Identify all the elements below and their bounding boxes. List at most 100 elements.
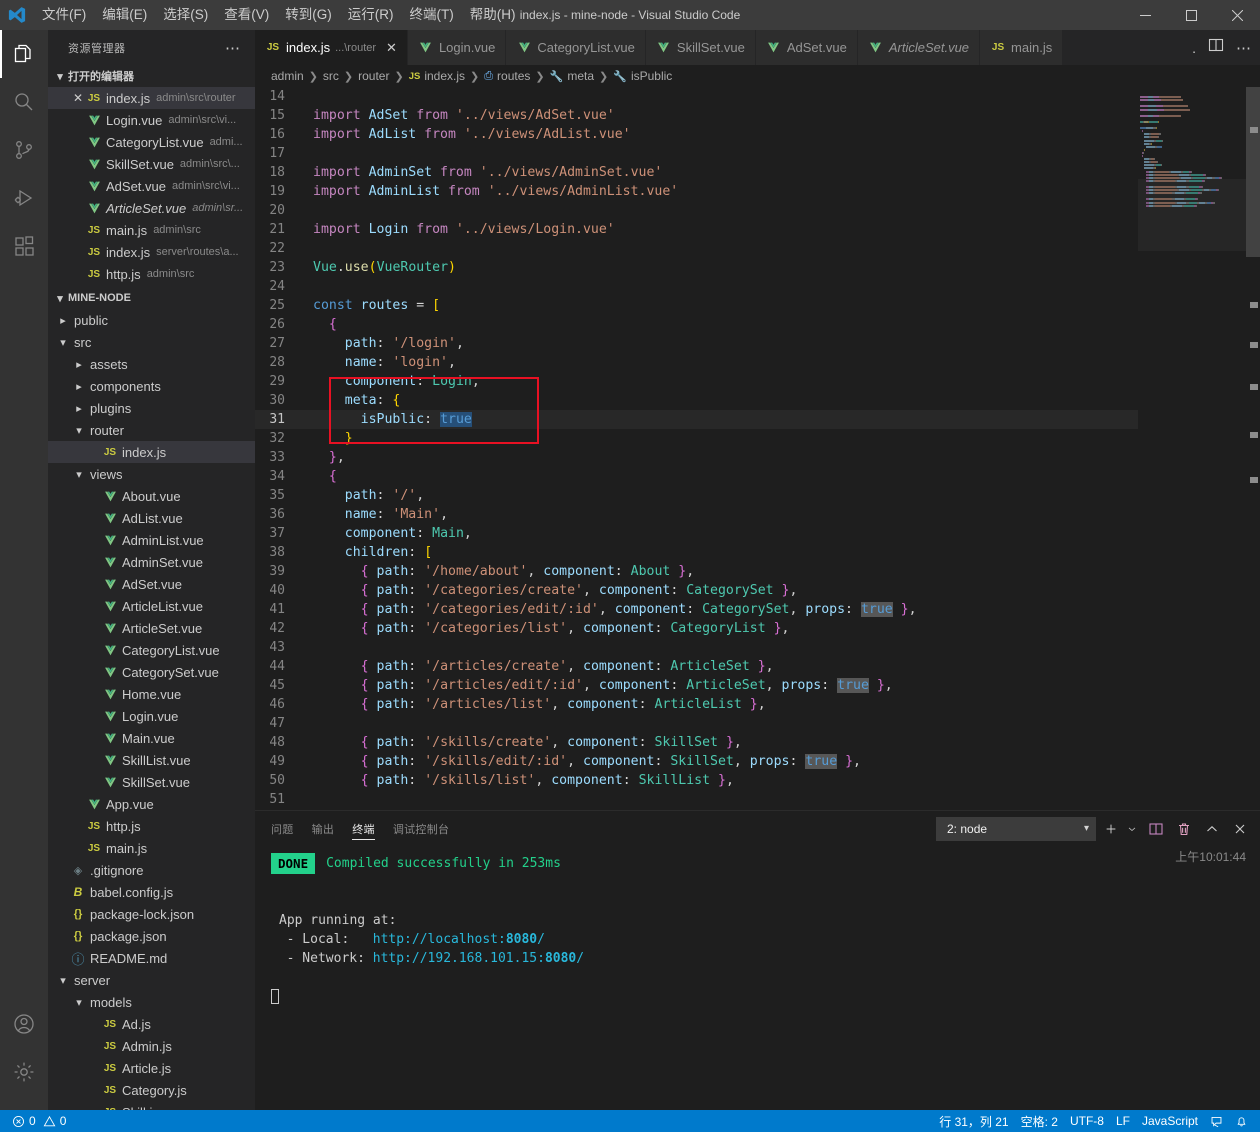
file-row[interactable]: ArticleList.vue (48, 595, 255, 617)
folder-row[interactable]: ▸ assets (48, 353, 255, 375)
status-feedback-icon[interactable] (1204, 1110, 1229, 1132)
minimap[interactable] (1138, 87, 1246, 810)
extensions-icon[interactable] (0, 222, 48, 270)
terminal-selector[interactable]: 2: node ▾ (936, 816, 1096, 841)
maximize-button[interactable] (1168, 0, 1214, 30)
editor-tab[interactable]: Login.vue (407, 30, 507, 65)
file-row[interactable]: {} package-lock.json (48, 903, 255, 925)
panel-tab-terminal[interactable]: 终端 (352, 811, 375, 846)
sidebar-more-icon[interactable]: ⋯ (225, 39, 247, 57)
editor-tab[interactable]: ArticleSet.vue (857, 30, 981, 65)
status-indent[interactable]: 空格: 2 (1015, 1110, 1064, 1132)
file-row[interactable]: ◈ .gitignore (48, 859, 255, 881)
split-editor-icon[interactable] (1208, 37, 1224, 58)
network-url-host[interactable]: http://192.168.101.15: (373, 949, 545, 968)
file-row[interactable]: JS Article.js (48, 1057, 255, 1079)
folder-row[interactable]: ▾ server (48, 969, 255, 991)
more-actions-icon[interactable]: ⋯ (1236, 39, 1252, 57)
folder-row[interactable]: ▸ components (48, 375, 255, 397)
folder-row[interactable]: ▸ plugins (48, 397, 255, 419)
editor-tab[interactable]: SkillSet.vue (645, 30, 756, 65)
open-editor-item[interactable]: ArticleSet.vue admin\sr... (48, 197, 255, 219)
file-row[interactable]: JS main.js (48, 837, 255, 859)
file-row[interactable]: ⓘ README.md (48, 947, 255, 969)
file-row[interactable]: About.vue (48, 485, 255, 507)
network-url-tail[interactable]: / (576, 949, 584, 968)
file-row[interactable]: App.vue (48, 793, 255, 815)
new-terminal-button[interactable] (1104, 818, 1118, 840)
network-url-port[interactable]: 8080 (545, 949, 576, 968)
local-url-tail[interactable]: / (537, 930, 545, 949)
close-button[interactable] (1214, 0, 1260, 30)
status-language[interactable]: JavaScript (1136, 1110, 1204, 1132)
file-row[interactable]: AdminSet.vue (48, 551, 255, 573)
status-encoding[interactable]: UTF-8 (1064, 1110, 1110, 1132)
file-row[interactable]: AdList.vue (48, 507, 255, 529)
terminal-output[interactable]: 上午10:01:44 DONE Compiled successfully in… (255, 846, 1260, 1110)
file-row[interactable]: JS Admin.js (48, 1035, 255, 1057)
split-terminal-icon[interactable] (1146, 818, 1166, 840)
open-editor-item[interactable]: CategoryList.vue admi... (48, 131, 255, 153)
workspace-header[interactable]: ▾ MINE-NODE (48, 287, 255, 309)
folder-row[interactable]: ▾ views (48, 463, 255, 485)
run-debug-icon[interactable] (0, 174, 48, 222)
open-editor-item[interactable]: JS http.js admin\src (48, 263, 255, 285)
search-icon[interactable] (0, 78, 48, 126)
file-row[interactable]: CategoryList.vue (48, 639, 255, 661)
folder-row[interactable]: ▸ public (48, 309, 255, 331)
file-row[interactable]: {} package.json (48, 925, 255, 947)
close-icon[interactable]: ✕ (70, 91, 86, 105)
menu-bar[interactable]: 文件(F) 编辑(E) 选择(S) 查看(V) 转到(G) 运行(R) 终端(T) 帮助(H) (34, 0, 524, 30)
file-row[interactable]: JS Ad.js (48, 1013, 255, 1035)
status-bell-icon[interactable] (1229, 1110, 1254, 1132)
file-row[interactable]: Main.vue (48, 727, 255, 749)
file-row[interactable]: ArticleSet.vue (48, 617, 255, 639)
source-control-icon[interactable] (0, 126, 48, 174)
scrollbar-thumb[interactable] (1246, 87, 1260, 257)
menu-file[interactable]: 文件(F) (34, 0, 94, 30)
menu-edit[interactable]: 编辑(E) (94, 0, 155, 30)
new-terminal-dropdown-icon[interactable] (1126, 818, 1138, 840)
file-row[interactable]: CategorySet.vue (48, 661, 255, 683)
panel-tab-problems[interactable]: 问题 (271, 811, 294, 846)
status-eol[interactable]: LF (1110, 1110, 1136, 1132)
open-editors-header[interactable]: ▾ 打开的编辑器 (48, 65, 255, 87)
menu-run[interactable]: 运行(R) (340, 0, 402, 30)
breadcrumb-item[interactable]: src (323, 69, 339, 83)
gear-icon[interactable] (0, 1048, 48, 1096)
breadcrumb-item[interactable]: router (358, 69, 389, 83)
editor-tab[interactable]: CategoryList.vue (506, 30, 646, 65)
editor-tab[interactable]: JS index.js ...\router ✕ (255, 30, 408, 65)
menu-go[interactable]: 转到(G) (277, 0, 340, 30)
status-errors-warnings[interactable]: 0 0 (6, 1110, 72, 1132)
account-icon[interactable] (0, 1000, 48, 1048)
file-row[interactable]: Login.vue (48, 705, 255, 727)
trash-icon[interactable] (1174, 818, 1194, 840)
breadcrumb-item[interactable]: ⎙ routes (484, 69, 530, 83)
file-row[interactable]: JS Category.js (48, 1079, 255, 1101)
breadcrumb-item[interactable]: admin (271, 69, 304, 83)
menu-selection[interactable]: 选择(S) (155, 0, 216, 30)
file-row[interactable]: JS http.js (48, 815, 255, 837)
explorer-icon[interactable] (0, 30, 48, 78)
open-editor-item[interactable]: Login.vue admin\src\vi... (48, 109, 255, 131)
chevron-up-icon[interactable] (1202, 818, 1222, 840)
file-row[interactable]: SkillList.vue (48, 749, 255, 771)
open-editor-item[interactable]: AdSet.vue admin\src\vi... (48, 175, 255, 197)
file-row[interactable]: SkillSet.vue (48, 771, 255, 793)
file-row[interactable]: AdSet.vue (48, 573, 255, 595)
menu-view[interactable]: 查看(V) (216, 0, 277, 30)
open-editor-item[interactable]: JS main.js admin\src (48, 219, 255, 241)
editor-tab[interactable]: AdSet.vue (755, 30, 858, 65)
code-scroll-area[interactable]: 14 15 import AdSet from '../views/AdSet.… (255, 87, 1138, 810)
open-editor-item[interactable]: SkillSet.vue admin\src\... (48, 153, 255, 175)
breadcrumb-item[interactable]: JS index.js (409, 69, 465, 83)
editor-vertical-scrollbar[interactable] (1246, 87, 1260, 810)
open-editor-item[interactable]: ✕ JS index.js admin\src\router (48, 87, 255, 109)
folder-row[interactable]: ▾ src (48, 331, 255, 353)
folder-row[interactable]: ▾ models (48, 991, 255, 1013)
panel-tab-debug-console[interactable]: 调试控制台 (393, 811, 450, 846)
file-row[interactable]: JS Skill.js (48, 1101, 255, 1111)
file-row[interactable]: B babel.config.js (48, 881, 255, 903)
local-url-port[interactable]: 8080 (506, 930, 537, 949)
